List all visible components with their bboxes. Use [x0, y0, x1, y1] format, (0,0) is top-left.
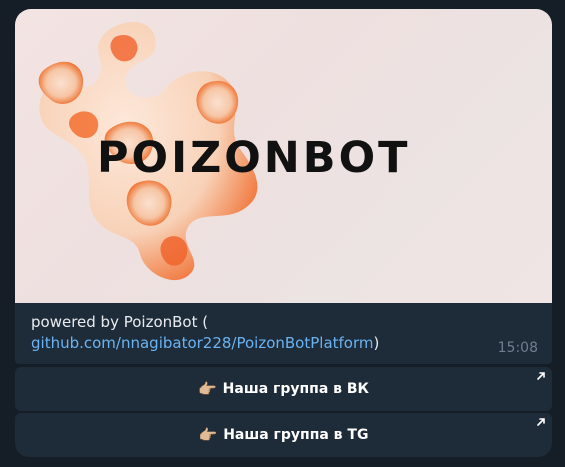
pointing-hand-icon: 👉🏼 [198, 426, 218, 444]
message-caption: powered by PoizonBot ( github.com/nnagib… [31, 312, 471, 354]
pointing-hand-icon: 👉🏼 [197, 380, 217, 398]
vk-group-button-label: Наша группа в ВК [222, 381, 370, 397]
vk-group-button[interactable]: 👉🏼 Наша группа в ВК [15, 367, 552, 411]
logo-text: POIZONBOT [97, 133, 411, 183]
chat-area: POIZONBOT powered by PoizonBot ( github.… [0, 0, 565, 467]
external-link-icon [537, 418, 545, 426]
caption-text: powered by PoizonBot ( [31, 313, 209, 331]
github-link[interactable]: github.com/nnagibator228/PoizonBotPlatfo… [31, 334, 374, 352]
message-bubble: POIZONBOT powered by PoizonBot ( github.… [15, 9, 552, 364]
tg-group-button[interactable]: 👉🏼 Наша группа в TG [15, 413, 552, 457]
tg-group-button-label: Наша группа в TG [223, 427, 369, 443]
message-time: 15:08 [497, 340, 538, 356]
caption-suffix: ) [373, 334, 380, 352]
message-image[interactable]: POIZONBOT [15, 9, 552, 303]
external-link-icon [537, 372, 545, 380]
